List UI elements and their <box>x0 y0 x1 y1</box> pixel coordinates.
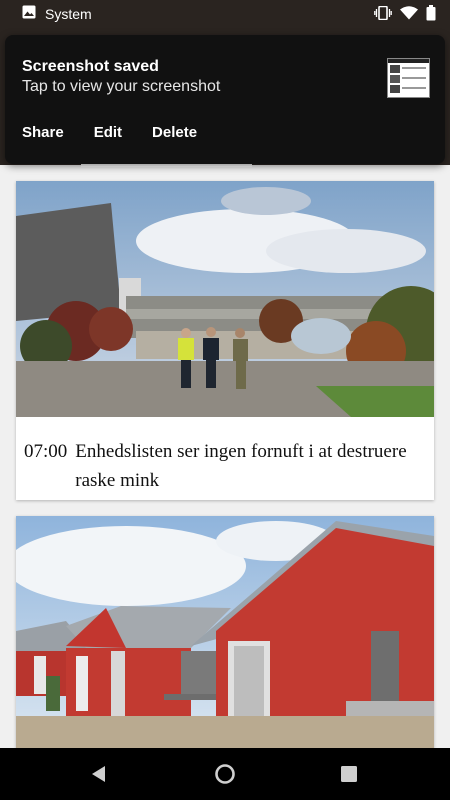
screenshot-thumbnail[interactable] <box>387 58 430 98</box>
status-left: System <box>22 5 92 22</box>
screenshot-notification[interactable]: Screenshot saved Tap to view your screen… <box>5 35 445 164</box>
status-app-label: System <box>45 5 92 22</box>
article-headline[interactable]: 07:00 Enhedslisten ser ingen fornuft i a… <box>16 417 434 495</box>
notification-subtitle: Tap to view your screenshot <box>22 78 221 95</box>
status-bar: System <box>0 0 450 28</box>
article-time: 07:00 <box>24 441 68 462</box>
article-card[interactable]: 07:00 Enhedslisten ser ingen fornuft i a… <box>16 181 434 500</box>
article-title: Enhedslisten ser ingen fornuft i at dest… <box>75 441 407 491</box>
status-right <box>374 5 436 24</box>
delete-button[interactable]: Delete <box>152 124 197 141</box>
notification-title: Screenshot saved <box>22 58 159 75</box>
battery-icon <box>426 5 436 24</box>
share-button[interactable]: Share <box>22 124 64 141</box>
article-photo <box>16 516 434 748</box>
edit-button[interactable]: Edit <box>94 124 122 141</box>
navigation-bar <box>0 748 450 800</box>
wifi-icon <box>400 6 418 23</box>
article-photo <box>16 181 434 417</box>
news-feed[interactable]: 07:00 Enhedslisten ser ingen fornuft i a… <box>0 167 450 748</box>
recents-icon[interactable] <box>337 762 361 786</box>
vibrate-icon <box>374 5 392 23</box>
article-card[interactable] <box>16 516 434 748</box>
notification-actions: Share Edit Delete <box>22 124 197 141</box>
back-icon[interactable] <box>87 762 111 786</box>
image-icon <box>22 5 36 22</box>
home-icon[interactable] <box>213 762 237 786</box>
